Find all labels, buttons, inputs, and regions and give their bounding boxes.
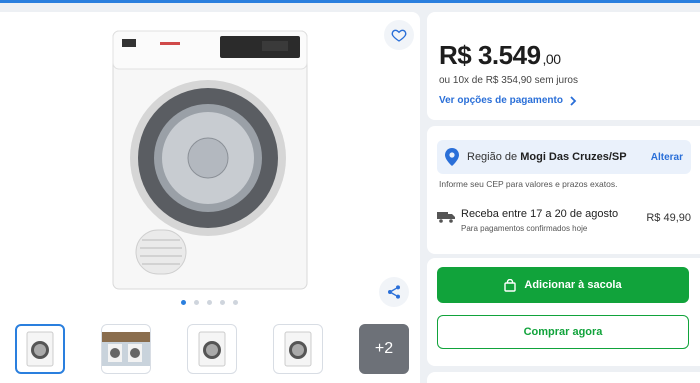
delivery-subtitle: Para pagamentos confirmados hoje [461, 224, 588, 233]
price-cents: ,00 [542, 51, 561, 67]
chevron-right-icon [570, 95, 577, 106]
thumbnail-1[interactable] [15, 324, 65, 374]
product-main-image[interactable] [112, 30, 308, 292]
heart-icon [391, 29, 407, 42]
region-prefix: Região de [467, 151, 518, 163]
payment-options-link[interactable]: Ver opções de pagamento [439, 95, 577, 106]
carousel-dot[interactable] [220, 300, 225, 305]
cep-hint: Informe seu CEP para valores e prazos ex… [439, 179, 618, 189]
region-selector[interactable]: Região de Mogi Das Cruzes/SP Alterar [437, 140, 691, 174]
thumbnail-3[interactable] [187, 324, 237, 374]
buy-now-label: Comprar agora [523, 326, 603, 338]
price: R$ 3.549,00 [439, 40, 561, 71]
delivery-price: R$ 49,90 [646, 212, 691, 224]
thumbnail-image [198, 331, 226, 367]
delivery-estimate: Receba entre 17 a 20 de agosto Para paga… [437, 206, 691, 238]
favorite-button[interactable] [384, 20, 414, 50]
carousel-indicator [181, 300, 238, 305]
delivery-title: Receba entre 17 a 20 de agosto [461, 208, 619, 220]
price-main: R$ 3.549 [439, 40, 541, 70]
purchase-actions-card: Adicionar à sacola Comprar agora [427, 258, 700, 366]
thumbnail-4[interactable] [273, 324, 323, 374]
region-label: Região de Mogi Das Cruzes/SP [467, 151, 627, 163]
carousel-dot[interactable] [194, 300, 199, 305]
share-icon [388, 285, 400, 299]
payment-options-label: Ver opções de pagamento [439, 95, 563, 106]
truck-icon [437, 212, 455, 223]
thumbnail-image [284, 331, 312, 367]
add-to-bag-label: Adicionar à sacola [524, 279, 622, 291]
carousel-dot[interactable] [181, 300, 186, 305]
installments-text: ou 10x de R$ 354,90 sem juros [439, 75, 578, 86]
thumbnail-more[interactable]: +2 [359, 324, 409, 374]
thumbnail-more-label: +2 [374, 340, 394, 357]
thumbnail-image [26, 331, 54, 367]
shopping-bag-icon [504, 278, 517, 292]
thumbnail-2[interactable] [101, 324, 151, 374]
buy-now-button[interactable]: Comprar agora [437, 315, 689, 349]
carousel-dot[interactable] [233, 300, 238, 305]
carousel-dot[interactable] [207, 300, 212, 305]
add-to-bag-button[interactable]: Adicionar à sacola [437, 267, 689, 303]
share-button[interactable] [379, 277, 409, 307]
top-accent-bar [0, 0, 700, 3]
location-pin-icon [445, 148, 459, 166]
product-gallery: +2 [0, 12, 420, 383]
price-card: R$ 3.549,00 ou 10x de R$ 354,90 sem juro… [427, 12, 700, 120]
region-city: Mogi Das Cruzes/SP [520, 151, 627, 163]
thumbnail-image [102, 332, 150, 366]
shipping-card: Região de Mogi Das Cruzes/SP Alterar Inf… [427, 126, 700, 254]
change-region-link[interactable]: Alterar [651, 152, 683, 163]
next-card [427, 372, 700, 383]
